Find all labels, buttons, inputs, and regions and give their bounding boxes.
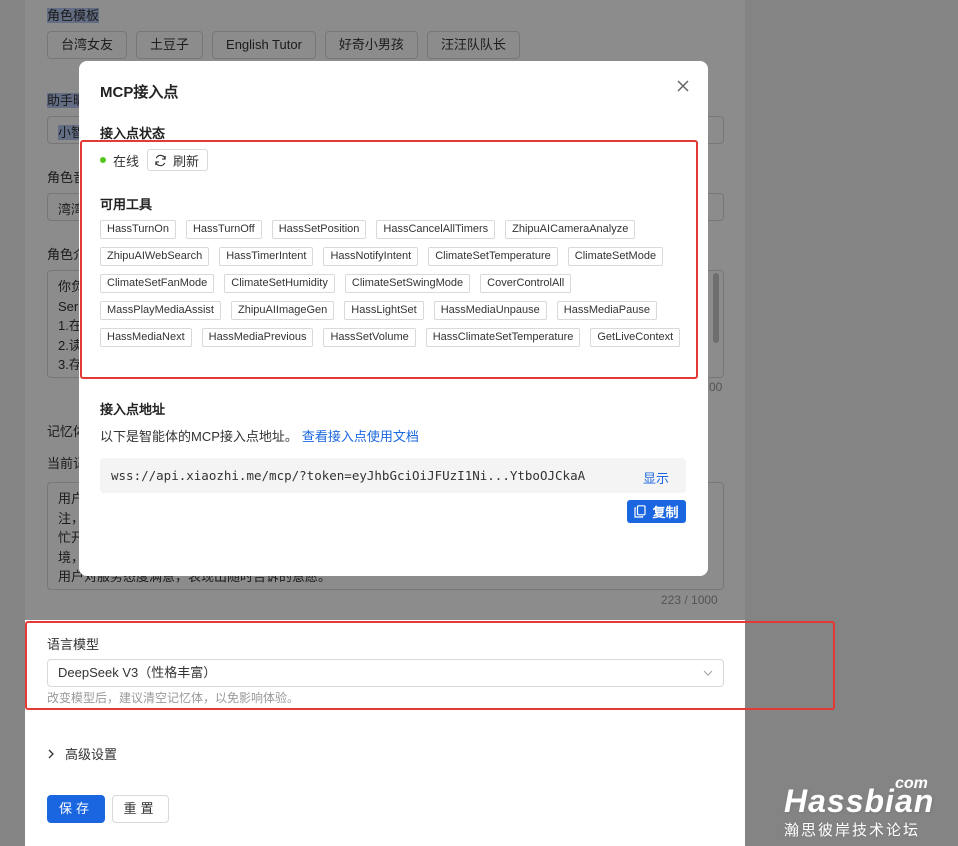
doc-link[interactable]: 查看接入点使用文档 xyxy=(302,429,419,444)
advanced-settings-toggle[interactable]: 高级设置 xyxy=(47,744,117,763)
close-icon[interactable] xyxy=(674,77,692,95)
advanced-settings-label: 高级设置 xyxy=(65,747,118,762)
address-description: 以下是智能体的MCP接入点地址。 查看接入点使用文档 xyxy=(100,426,419,445)
address-box: wss://api.xiaozhi.me/mcp/?token=eyJhbGci… xyxy=(100,458,686,493)
modal-title: MCP接入点 xyxy=(100,84,179,101)
reset-button[interactable]: 重置 xyxy=(112,795,169,823)
highlight-box-llm xyxy=(25,621,835,710)
save-button[interactable]: 保存 xyxy=(47,795,105,823)
watermark-main: Hassbian xyxy=(784,783,935,819)
hassbian-watermark: com Hassbian 瀚思彼岸技术论坛 xyxy=(780,775,950,840)
copy-button[interactable]: 复制 xyxy=(627,500,686,523)
copy-icon xyxy=(634,505,647,518)
show-token-button[interactable]: 显示 xyxy=(643,468,669,487)
address-section-label: 接入点地址 xyxy=(100,402,166,417)
chevron-right-icon xyxy=(48,749,54,758)
address-desc-text: 以下是智能体的MCP接入点地址。 xyxy=(100,429,298,444)
copy-label: 复制 xyxy=(652,505,679,520)
address-value: wss://api.xiaozhi.me/mcp/?token=eyJhbGci… xyxy=(111,468,586,483)
highlight-box-tools xyxy=(80,140,698,379)
watermark-sub: 瀚思彼岸技术论坛 xyxy=(784,822,921,839)
